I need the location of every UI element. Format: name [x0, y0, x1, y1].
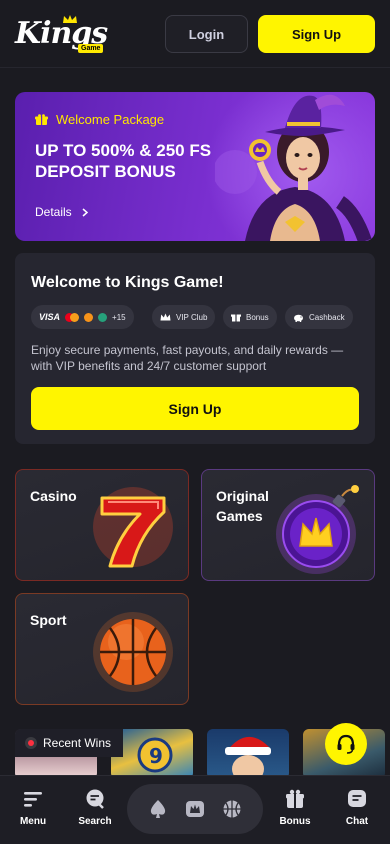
nav-search[interactable]: Search: [67, 788, 123, 827]
kings-logo[interactable]: Kings Game: [15, 14, 108, 54]
vip-club-chip[interactable]: VIP Club: [152, 305, 216, 329]
gift-icon: [286, 789, 304, 808]
nav-menu[interactable]: Menu: [5, 788, 61, 827]
nav-casino-button[interactable]: [144, 795, 172, 823]
category-sport[interactable]: Sport: [15, 593, 189, 705]
live-dot-icon: [25, 737, 37, 749]
basketball-icon: [93, 612, 173, 692]
nav-sport-button[interactable]: [218, 795, 246, 823]
game-thumbnail[interactable]: [207, 729, 289, 779]
lucky-seven-icon: [93, 487, 173, 568]
basketball-nav-icon: [223, 800, 241, 818]
cashback-chip[interactable]: Cashback: [285, 305, 353, 329]
nav-menu-label: Menu: [19, 816, 47, 827]
game-thumbnail[interactable]: 9: [111, 729, 193, 779]
witch-queen-illustration: [215, 94, 372, 241]
bonus-chip-label: Bonus: [246, 312, 269, 322]
crown-badge-icon: [185, 801, 204, 817]
category-original-games[interactable]: Original Games: [201, 469, 375, 581]
bottom-navigation: Menu Search Bonus Chat: [0, 775, 390, 844]
nav-bonus[interactable]: Bonus: [267, 788, 323, 827]
sport-label: Sport: [30, 612, 67, 628]
casino-label: Casino: [30, 488, 77, 504]
payment-methods-chip[interactable]: VISA +15: [31, 305, 134, 329]
recent-wins-text: Recent Wins: [43, 736, 112, 750]
nav-chat[interactable]: Chat: [329, 788, 385, 827]
welcome-description: Enjoy secure payments, fast payouts, and…: [31, 343, 344, 373]
nav-search-label: Search: [78, 816, 112, 827]
signup-button-main[interactable]: Sign Up: [31, 387, 359, 430]
top-header: Kings Game Login Sign Up: [0, 0, 390, 68]
vip-club-label: VIP Club: [176, 312, 208, 322]
promo-tag-label: Welcome Package: [56, 112, 165, 127]
login-button[interactable]: Login: [165, 15, 248, 53]
cashback-chip-label: Cashback: [309, 312, 345, 322]
crown-icon: [160, 313, 171, 321]
promo-details-link[interactable]: Details: [35, 205, 88, 219]
nav-chat-label: Chat: [345, 816, 369, 827]
welcome-package-banner[interactable]: Welcome Package UP TO 500% & 250 FS DEPO…: [15, 92, 375, 241]
recent-wins-label: Recent Wins: [15, 729, 123, 757]
gift-icon: [231, 314, 241, 322]
more-payments-count: +15: [112, 312, 126, 322]
nav-bonus-label: Bonus: [279, 816, 311, 827]
details-label: Details: [35, 205, 72, 219]
welcome-card: Welcome to Kings Game! VISA +15 VIP Club…: [15, 253, 375, 444]
piggy-bank-icon: [294, 314, 303, 322]
svg-text:9: 9: [149, 744, 163, 768]
chevron-right-icon: [82, 207, 88, 217]
signup-button-header[interactable]: Sign Up: [258, 15, 375, 53]
logo-badge: Game: [78, 44, 104, 53]
spade-icon: [150, 800, 165, 818]
gift-icon: [35, 113, 48, 125]
category-casino[interactable]: Casino: [15, 469, 189, 581]
nav-originals-button[interactable]: [181, 795, 209, 823]
support-headset-button[interactable]: [325, 723, 367, 765]
visa-label: VISA: [39, 312, 61, 322]
headset-icon: [337, 734, 355, 754]
welcome-title: Welcome to Kings Game!: [31, 274, 224, 291]
nav-center-group: [127, 784, 263, 834]
menu-icon: [24, 792, 42, 807]
tether-icon: [98, 312, 108, 322]
chat-icon: [348, 790, 366, 807]
mastercard-icon: [65, 312, 80, 322]
bonus-chip[interactable]: Bonus: [223, 305, 277, 329]
bitcoin-icon: [84, 312, 94, 322]
game-art: [225, 736, 271, 779]
game-art: 9: [137, 737, 173, 773]
bomb-crown-icon: [276, 485, 359, 574]
search-icon: [86, 789, 104, 809]
page: Kings Game Login Sign Up Welcome Package…: [0, 0, 390, 844]
crown-icon: [63, 15, 77, 23]
promo-tag: Welcome Package: [35, 112, 164, 127]
